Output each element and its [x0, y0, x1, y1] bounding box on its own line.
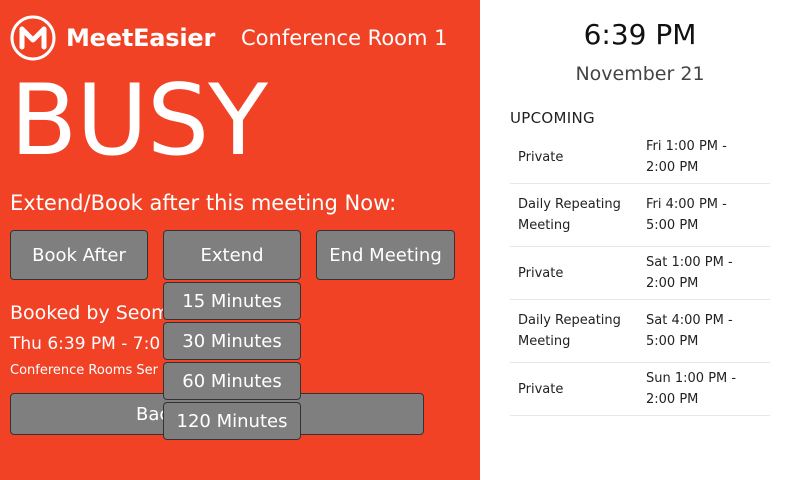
room-status-label: BUSY: [10, 64, 268, 178]
list-item: Daily Repeating Meeting Sat 4:00 PM - 5:…: [510, 300, 770, 363]
meeteasier-logo-icon: [10, 15, 56, 61]
meeting-time: Fri 1:00 PM - 2:00 PM: [646, 139, 727, 175]
meeting-name: Daily Repeating Meeting: [518, 313, 621, 349]
extend-button[interactable]: Extend: [163, 230, 301, 280]
book-after-button[interactable]: Book After: [10, 230, 148, 280]
calendar-name: Conference Rooms Ser: [10, 363, 158, 378]
list-item: Daily Repeating Meeting Fri 4:00 PM - 5:…: [510, 184, 770, 247]
meeting-time: Sat 1:00 PM - 2:00 PM: [646, 255, 733, 291]
extend-option-120[interactable]: 120 Minutes: [163, 402, 301, 440]
current-time: 6:39 PM: [583, 18, 697, 51]
meeting-time-range: Thu 6:39 PM - 7:0: [10, 334, 161, 354]
room-status-panel: MeetEasier Conference Room 1 BUSY Extend…: [0, 0, 480, 480]
meeting-name: Private: [518, 381, 564, 397]
end-meeting-button[interactable]: End Meeting: [316, 230, 455, 280]
meeting-time: Sat 4:00 PM - 5:00 PM: [646, 313, 733, 349]
current-date: November 21: [575, 63, 705, 85]
list-item: Private Fri 1:00 PM - 2:00 PM: [510, 131, 770, 184]
booked-by-text: Booked by Seoma: [10, 302, 182, 324]
extend-option-30[interactable]: 30 Minutes: [163, 322, 301, 360]
upcoming-heading: UPCOMING: [510, 109, 595, 127]
schedule-sidebar: 6:39 PM November 21 UPCOMING Private Fri…: [480, 0, 800, 480]
meeting-time: Sun 1:00 PM - 2:00 PM: [646, 371, 737, 407]
extend-option-15[interactable]: 15 Minutes: [163, 282, 301, 320]
action-prompt: Extend/Book after this meeting Now:: [10, 191, 397, 215]
meeting-time: Fri 4:00 PM - 5:00 PM: [646, 197, 727, 233]
meeting-name: Daily Repeating Meeting: [518, 197, 621, 233]
extend-option-60[interactable]: 60 Minutes: [163, 362, 301, 400]
upcoming-list: Private Fri 1:00 PM - 2:00 PM Daily Repe…: [510, 131, 770, 416]
list-item: Private Sun 1:00 PM - 2:00 PM: [510, 363, 770, 416]
room-name: Conference Room 1: [241, 26, 448, 50]
list-item: Private Sat 1:00 PM - 2:00 PM: [510, 247, 770, 300]
brand-name: MeetEasier: [66, 24, 216, 52]
meeting-name: Private: [518, 149, 564, 165]
meeting-name: Private: [518, 265, 564, 281]
